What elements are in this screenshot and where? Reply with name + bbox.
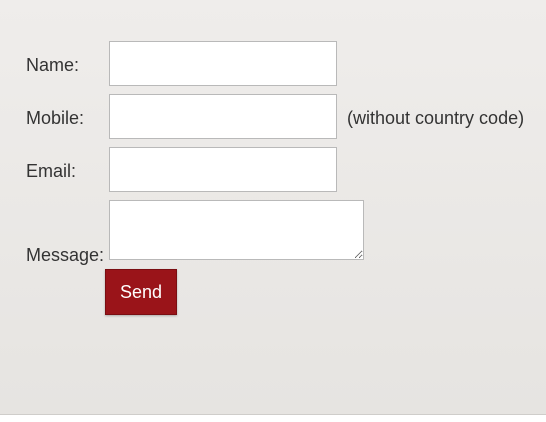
mobile-field[interactable]: [109, 94, 337, 139]
message-field[interactable]: [109, 200, 364, 260]
mobile-label: Mobile:: [26, 108, 85, 128]
name-field[interactable]: [109, 41, 337, 86]
send-button[interactable]: Send: [105, 269, 177, 315]
bottom-divider: [0, 415, 546, 422]
mobile-hint: (without country code): [347, 108, 525, 128]
email-field[interactable]: [109, 147, 337, 192]
contact-form-panel: Name: Mobile: (without country code) Ema…: [0, 0, 546, 415]
message-label: Message:: [26, 245, 105, 265]
email-label: Email:: [26, 161, 77, 181]
name-label: Name:: [26, 55, 80, 75]
